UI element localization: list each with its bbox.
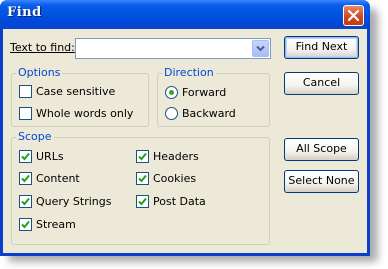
text-to-find-combobox[interactable] <box>75 38 271 59</box>
backward-radio[interactable] <box>165 107 178 120</box>
close-button[interactable] <box>343 5 364 26</box>
content-label: Content <box>36 172 80 185</box>
find-next-button[interactable]: Find Next <box>284 36 359 59</box>
find-dialog: Find Text to find: Options Case sensitiv… <box>0 0 370 256</box>
case-sensitive-label: Case sensitive <box>36 85 116 98</box>
checkmark-icon <box>138 197 147 206</box>
options-legend: Options <box>16 66 63 79</box>
headers-checkbox[interactable] <box>136 150 149 163</box>
stream-label: Stream <box>36 218 76 231</box>
content-checkbox[interactable] <box>19 172 32 185</box>
forward-label: Forward <box>182 86 227 99</box>
cookies-label: Cookies <box>153 172 197 185</box>
backward-label: Backward <box>182 107 236 120</box>
text-to-find-label: Text to find: <box>10 41 75 54</box>
stream-checkbox[interactable] <box>19 218 32 231</box>
select-none-button[interactable]: Select None <box>284 170 359 193</box>
whole-words-label: Whole words only <box>36 107 134 120</box>
urls-label: URLs <box>36 150 64 163</box>
checkmark-icon <box>21 174 30 183</box>
query-strings-checkbox[interactable] <box>19 195 32 208</box>
post-data-checkbox[interactable] <box>136 195 149 208</box>
cookies-checkbox[interactable] <box>136 172 149 185</box>
chevron-down-icon <box>256 45 265 52</box>
scope-legend: Scope <box>16 130 54 143</box>
checkmark-icon <box>138 152 147 161</box>
headers-label: Headers <box>153 150 199 163</box>
query-strings-label: Query Strings <box>36 195 112 208</box>
text-to-find-label-text: Text to find: <box>10 41 75 54</box>
urls-checkbox[interactable] <box>19 150 32 163</box>
radio-selected-dot <box>169 90 174 95</box>
close-icon <box>348 10 359 21</box>
title-bar[interactable]: Find <box>0 0 370 29</box>
all-scope-button[interactable]: All Scope <box>284 138 359 161</box>
whole-words-checkbox[interactable] <box>19 107 32 120</box>
checkmark-icon <box>21 152 30 161</box>
checkmark-icon <box>138 174 147 183</box>
post-data-label: Post Data <box>153 195 206 208</box>
checkmark-icon <box>21 220 30 229</box>
dialog-body: Text to find: Options Case sensitive Who… <box>3 29 367 253</box>
window-title: Find <box>7 5 42 20</box>
forward-radio[interactable] <box>165 86 178 99</box>
combobox-dropdown-button[interactable] <box>252 40 269 57</box>
case-sensitive-checkbox[interactable] <box>19 85 32 98</box>
checkmark-icon <box>21 197 30 206</box>
cancel-button[interactable]: Cancel <box>284 72 359 95</box>
direction-legend: Direction <box>162 66 216 79</box>
